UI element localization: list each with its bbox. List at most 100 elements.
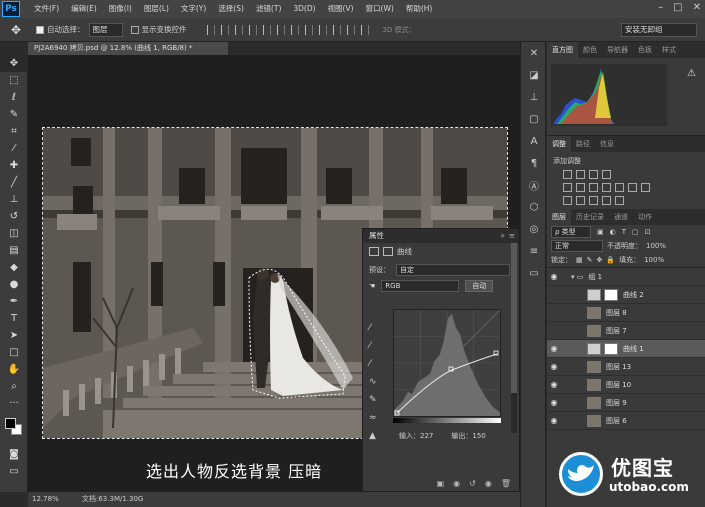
- distribute-icon[interactable]: [290, 24, 299, 35]
- output-value[interactable]: 输出：150: [451, 431, 485, 441]
- properties-scrollbar[interactable]: [511, 243, 517, 433]
- panel-tab[interactable]: 样式: [657, 42, 681, 58]
- panel-tab[interactable]: 直方图: [547, 42, 578, 58]
- foreground-color[interactable]: [5, 418, 16, 429]
- maximize-icon[interactable]: □: [673, 2, 682, 13]
- vibrance-icon[interactable]: [563, 183, 572, 192]
- lock-position-icon[interactable]: ✥: [597, 256, 603, 264]
- panel-tab[interactable]: 信息: [595, 136, 619, 152]
- layer-mask-thumbnail[interactable]: [604, 342, 618, 355]
- menu-item[interactable]: 编辑(E): [65, 0, 103, 18]
- distribute-icon[interactable]: [318, 24, 327, 35]
- dodge-tool-icon[interactable]: ●: [0, 276, 28, 293]
- auto-select-dropdown[interactable]: 图层: [88, 22, 123, 37]
- 3d-icon[interactable]: ⬡: [521, 196, 547, 218]
- fill-value[interactable]: 100%: [644, 256, 664, 264]
- crop-tool-icon[interactable]: ⌗: [0, 123, 28, 140]
- selective-color-icon[interactable]: [615, 196, 624, 205]
- checkbox-checked-icon[interactable]: [36, 25, 44, 34]
- hand-tool-icon[interactable]: ✋: [0, 361, 28, 378]
- menu-item[interactable]: 选择(S): [212, 0, 250, 18]
- visibility-icon[interactable]: ◉: [485, 479, 492, 488]
- opacity-value[interactable]: 100%: [646, 242, 666, 250]
- channel-dropdown[interactable]: RGB: [381, 280, 460, 292]
- layer-row[interactable]: ◉ 图层 8: [547, 304, 705, 322]
- visibility-eye-icon[interactable]: ◉: [547, 398, 561, 407]
- levels-icon[interactable]: [576, 170, 585, 179]
- move-tool-preset-icon[interactable]: ✥: [4, 20, 28, 40]
- align-bottom-icon[interactable]: [234, 24, 243, 35]
- lock-pixels-icon[interactable]: ✎: [587, 256, 593, 264]
- align-left-icon[interactable]: [248, 24, 257, 35]
- healing-brush-tool-icon[interactable]: ✚: [0, 157, 28, 174]
- edit-points-icon[interactable]: ∿: [369, 377, 383, 395]
- notes-icon[interactable]: ≡: [521, 240, 547, 262]
- menu-item[interactable]: 视图(V): [322, 0, 360, 18]
- screen-mode-icon[interactable]: ▭: [0, 463, 28, 480]
- clip-to-layer-icon[interactable]: ▣: [437, 479, 445, 488]
- move-tool-icon[interactable]: ✥: [0, 55, 28, 72]
- visibility-eye-icon[interactable]: ◉: [547, 380, 561, 389]
- posterize-icon[interactable]: [576, 196, 585, 205]
- blend-mode-dropdown[interactable]: 正常: [551, 240, 603, 252]
- visibility-eye-icon[interactable]: ◉: [547, 344, 561, 353]
- show-transform-checkbox[interactable]: 显示变换控件: [130, 24, 187, 35]
- color-lookup-icon[interactable]: [641, 183, 650, 192]
- distribute-icon[interactable]: [304, 24, 313, 35]
- lock-all-icon[interactable]: 🔒: [606, 256, 615, 264]
- layer-row[interactable]: ◉ 曲线 1: [547, 340, 705, 358]
- path-selection-tool-icon[interactable]: ➤: [0, 327, 28, 344]
- close-icon[interactable]: ✕: [693, 2, 701, 13]
- visibility-eye-icon[interactable]: ◉: [547, 416, 561, 425]
- workspace-dropdown[interactable]: 安装无卸组: [621, 23, 697, 37]
- curve-graph[interactable]: [393, 309, 501, 417]
- visibility-eye-icon[interactable]: ◉: [547, 326, 561, 335]
- menu-item[interactable]: 滤镜(T): [250, 0, 287, 18]
- align-hcenter-icon[interactable]: [262, 24, 271, 35]
- draw-curve-icon[interactable]: ✎: [369, 395, 383, 413]
- channel-mixer-icon[interactable]: [628, 183, 637, 192]
- panel-tab[interactable]: 图层: [547, 209, 571, 225]
- collapse-icon[interactable]: »: [500, 229, 505, 243]
- visibility-eye-icon[interactable]: ◉: [547, 290, 561, 299]
- gradient-tool-icon[interactable]: ▤: [0, 242, 28, 259]
- align-right-icon[interactable]: [276, 24, 285, 35]
- black-point-eyedropper-icon[interactable]: ⁄: [369, 323, 383, 341]
- checkbox-unchecked-icon[interactable]: [130, 25, 139, 34]
- hue-saturation-icon[interactable]: [576, 183, 585, 192]
- document-tab[interactable]: PJ2A6940 拷贝.psd @ 12.8% (曲线 1, RGB/8) *: [28, 42, 228, 55]
- brightness-icon[interactable]: [563, 170, 572, 179]
- white-point-eyedropper-icon[interactable]: ⁄: [369, 359, 383, 377]
- auto-select-checkbox[interactable]: 自动选择：: [36, 24, 85, 35]
- filter-shape-icon[interactable]: ▢: [632, 228, 639, 236]
- lasso-tool-icon[interactable]: ℓ: [0, 89, 28, 106]
- color-balance-icon[interactable]: [589, 183, 598, 192]
- marquee-tool-icon[interactable]: ⬚: [0, 72, 28, 89]
- brush-presets-icon[interactable]: ◪: [521, 64, 547, 86]
- layer-row[interactable]: ◉ 图层 7: [547, 322, 705, 340]
- layer-row[interactable]: ◉ 图层 10: [547, 376, 705, 394]
- layer-row[interactable]: ◉ 图层 6: [547, 412, 705, 430]
- visibility-eye-icon[interactable]: ◉: [547, 308, 561, 317]
- auto-button[interactable]: 自动: [465, 280, 494, 292]
- visibility-eye-icon[interactable]: ◉: [547, 272, 561, 281]
- panel-tab[interactable]: 颜色: [578, 42, 602, 58]
- input-value[interactable]: 输入：227: [399, 431, 433, 441]
- panel-tab[interactable]: 路径: [571, 136, 595, 152]
- tool-presets-icon[interactable]: ✕: [521, 42, 547, 64]
- filter-adjustment-icon[interactable]: ◐: [610, 228, 616, 236]
- lock-transparent-icon[interactable]: ▦: [576, 256, 583, 264]
- curves-icon[interactable]: [589, 170, 598, 179]
- paragraph-icon[interactable]: ¶: [521, 152, 547, 174]
- visibility-eye-icon[interactable]: ◉: [547, 362, 561, 371]
- panel-menu-icon[interactable]: ≡: [509, 229, 515, 243]
- delete-icon[interactable]: 🗑: [501, 479, 511, 488]
- zoom-tool-icon[interactable]: ⌕: [0, 378, 28, 395]
- folder-icon[interactable]: ▾ ▭: [571, 273, 583, 281]
- type-tool-icon[interactable]: T: [0, 310, 28, 327]
- layer-mask-thumbnail[interactable]: [604, 288, 618, 301]
- panel-tab[interactable]: 通道: [609, 209, 633, 225]
- layer-row[interactable]: ◉ ▾ ▭ 组 1: [547, 268, 705, 286]
- layer-row[interactable]: ◉ 图层 9: [547, 394, 705, 412]
- blur-tool-icon[interactable]: ◆: [0, 259, 28, 276]
